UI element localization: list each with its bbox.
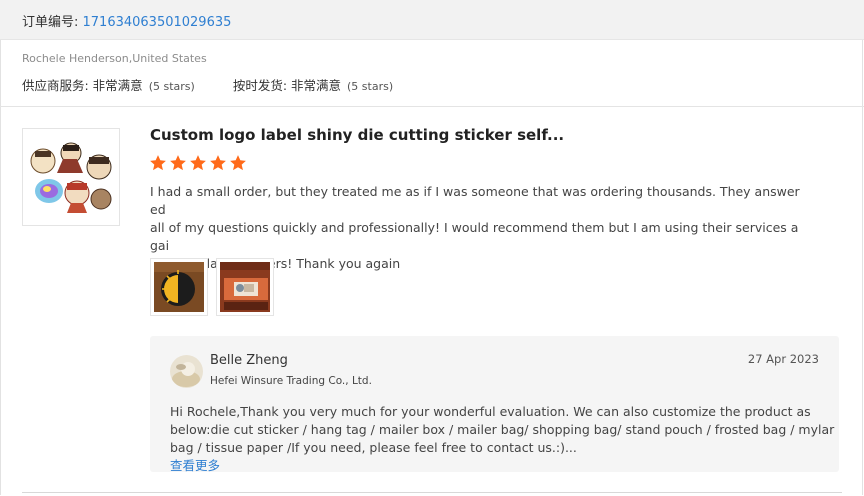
review-text-line: I had a small order, but they treated me… [150,184,800,217]
on-time-shipping-stars: (5 stars) [347,80,394,93]
supplier-reply: Belle Zheng Hefei Winsure Trading Co., L… [150,336,839,475]
reply-text-line: below:die cut sticker / hang tag / maile… [170,422,835,437]
section-divider [0,106,864,107]
star-icon [150,155,166,171]
reply-text-line-end: bag / tissue paper /If you need, please … [170,440,577,455]
order-header: 订单编号: 171634063501029635 [0,0,864,40]
on-time-shipping-rating: 按时发货: 非常满意 [232,78,341,93]
see-more-link[interactable]: 查看更多 [170,457,822,475]
reply-text: Hi Rochele,Thank you very much for your … [170,403,835,475]
star-icon [210,155,226,171]
product-stickers-image [23,129,119,225]
product-title-link[interactable]: Custom logo label shiny die cutting stic… [150,126,564,144]
replier-name: Belle Zheng [210,353,288,368]
star-icon [190,155,206,171]
review-text-line: all of my questions quickly and professi… [150,220,799,253]
order-label-text: 订单编号: [22,15,83,30]
review-photo-2[interactable] [216,258,274,316]
avatar [170,355,203,388]
star-icon [170,155,186,171]
star-icon [230,155,246,171]
sun-sticker-photo [154,262,204,312]
supplier-service-rating: 供应商服务: 非常满意 [22,78,143,93]
sub-ratings: 供应商服务: 非常满意 (5 stars) 按时发货: 非常满意 (5 stars) [22,75,393,94]
sticker-sheet-photo [220,262,270,312]
supplier-service-stars: (5 stars) [148,80,195,93]
order-number[interactable]: 171634063501029635 [83,15,232,30]
bottom-divider [22,492,842,493]
replier-company: Hefei Winsure Trading Co., Ltd. [210,375,372,387]
buyer-name-country: Rochele Henderson,United States [22,52,207,65]
reply-text-line: Hi Rochele,Thank you very much for your … [170,404,811,419]
reply-date: 27 Apr 2023 [747,352,819,366]
reply-text-line: bag / tissue paper /If you need, please … [170,439,822,475]
supplier-avatar-image [170,355,203,388]
product-thumbnail[interactable] [22,128,120,226]
review-photo-1[interactable] [150,258,208,316]
review-star-rating [149,154,247,172]
order-number-label: 订单编号: 171634063501029635 [22,11,231,30]
